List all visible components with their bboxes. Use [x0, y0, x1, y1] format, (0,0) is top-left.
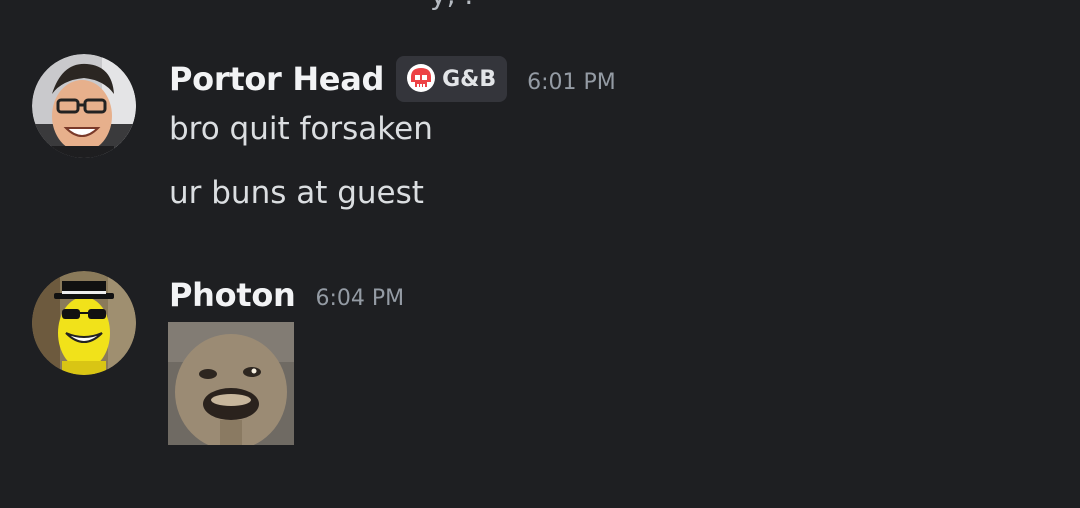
chat-view: y, .	[0, 0, 1080, 508]
avatar[interactable]	[32, 54, 136, 158]
avatar[interactable]	[32, 271, 136, 375]
timestamp[interactable]: 6:01 PM	[527, 70, 616, 95]
avatar-portor-head-image	[32, 54, 136, 158]
username[interactable]: Portor Head	[169, 60, 384, 98]
avatar-photon-image	[32, 271, 136, 375]
timestamp[interactable]: 6:04 PM	[315, 286, 404, 311]
username[interactable]: Photon	[169, 276, 296, 314]
previous-message-fragment: y, .	[430, 0, 473, 11]
message-text: ur buns at guest	[169, 175, 424, 211]
message-header: Photon 6:04 PM	[169, 276, 404, 314]
gif-image	[168, 322, 294, 445]
message-header: Portor Head G&B 6:01 PM	[169, 56, 616, 102]
role-tag[interactable]: G&B	[396, 56, 508, 102]
role-tag-label: G&B	[442, 66, 497, 92]
image-attachment[interactable]	[168, 322, 294, 445]
skull-icon	[407, 64, 436, 92]
message-text: bro quit forsaken	[169, 111, 433, 147]
